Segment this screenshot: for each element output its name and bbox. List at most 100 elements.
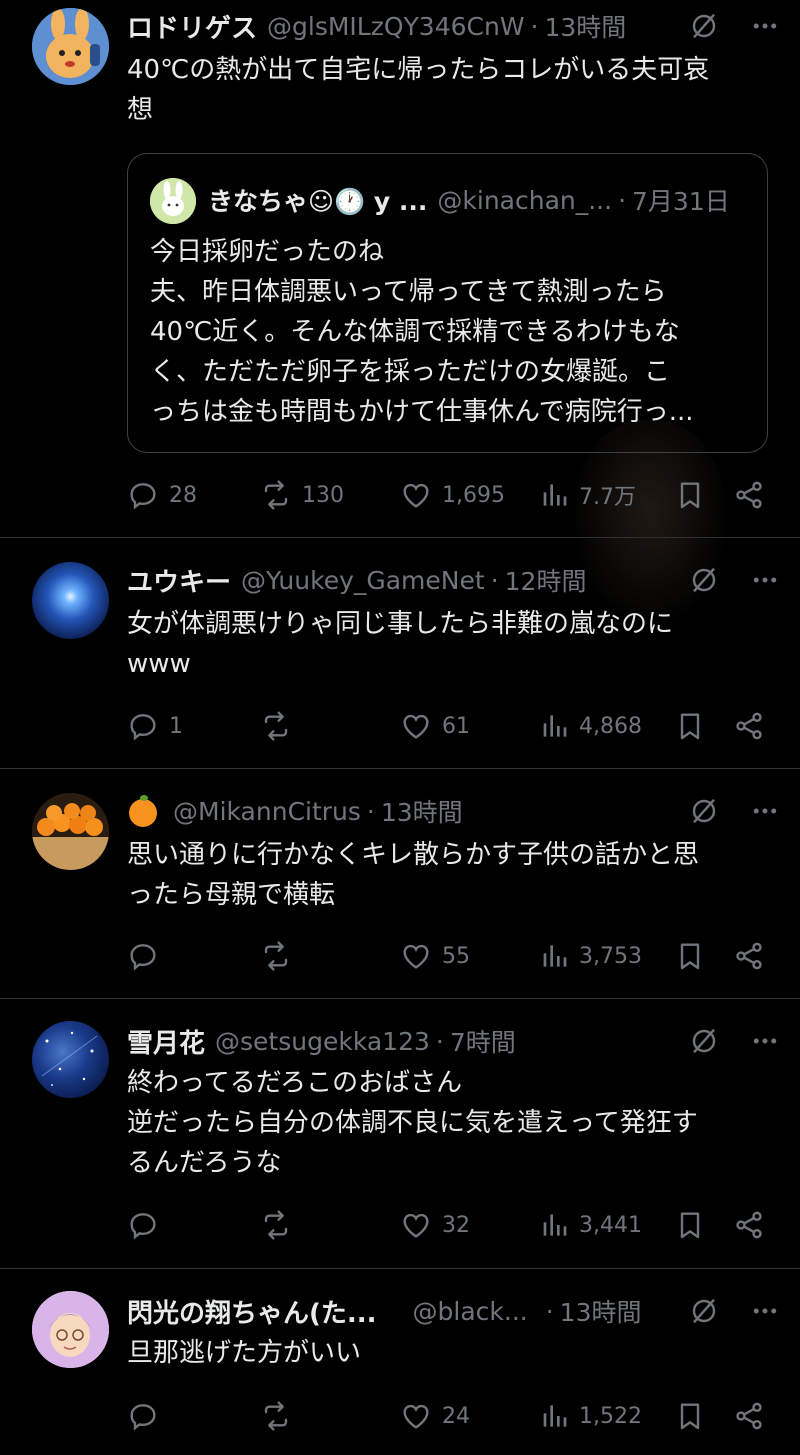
views-bars-icon: [537, 1209, 569, 1241]
bookmark-button[interactable]: [674, 706, 716, 746]
retweet-button[interactable]: 130: [260, 475, 344, 515]
like-button[interactable]: 55: [400, 936, 470, 976]
grok-slash-icon[interactable]: [688, 10, 720, 42]
retweet-button[interactable]: [260, 1205, 302, 1245]
bookmark-button[interactable]: [674, 936, 716, 976]
bookmark-icon: [674, 940, 706, 972]
separator-dot: ·: [530, 11, 539, 41]
bookmark-button[interactable]: [674, 1396, 716, 1436]
avatar[interactable]: [32, 8, 109, 85]
retweet-icon: [260, 1400, 292, 1432]
more-dots-icon[interactable]: [750, 1296, 780, 1326]
tweet[interactable]: 閃光の翔ちゃん(た... @black... · 13時間 旦那逃げた方がいい …: [0, 1269, 800, 1455]
tweet[interactable]: @MikannCitrus · 13時間 思い通りに行かなくキレ散らかす子供の話…: [0, 769, 800, 999]
reply-icon: [127, 1209, 159, 1241]
user-handle[interactable]: @setsugekka123: [215, 1027, 430, 1056]
bunny-avatar-icon: [150, 178, 196, 224]
share-button[interactable]: [733, 936, 775, 976]
views-button[interactable]: 3,753: [537, 936, 642, 976]
avatar[interactable]: [32, 1291, 109, 1368]
retweet-count: 130: [302, 482, 344, 508]
bookmark-button[interactable]: [674, 1205, 716, 1245]
like-button[interactable]: 1,695: [400, 475, 505, 515]
share-button[interactable]: [733, 475, 775, 515]
tweet[interactable]: ロドリゲス @glsMILzQY346CnW · 13時間 40℃の熱が出て自宅…: [0, 0, 800, 538]
reply-icon: [127, 710, 159, 742]
action-bar: 1 61 4,868: [127, 706, 767, 746]
heart-icon: [400, 940, 432, 972]
grok-slash-icon[interactable]: [688, 564, 720, 596]
views-button[interactable]: 3,441: [537, 1205, 642, 1245]
separator-dot: ·: [545, 1296, 554, 1326]
tweet-text: 思い通りに行かなくキレ散らかす子供の話かと思 ったら母親で横転: [127, 840, 700, 910]
tweet-text: 40℃の熱が出て自宅に帰ったらコレがいる夫可哀 想: [127, 55, 710, 125]
user-handle[interactable]: @glsMILzQY346CnW: [267, 12, 525, 41]
view-count: 3,753: [579, 943, 642, 969]
timestamp[interactable]: 7月31日: [632, 182, 730, 218]
starry-sky-avatar-icon: [41, 1031, 98, 1086]
avatar[interactable]: [32, 793, 109, 870]
bookmark-button[interactable]: [674, 475, 716, 515]
display-name[interactable]: 雪月花: [127, 1023, 205, 1060]
grok-slash-icon[interactable]: [688, 1025, 720, 1057]
more-dots-icon[interactable]: [750, 565, 780, 595]
like-count: 24: [442, 1403, 470, 1429]
reply-button[interactable]: [127, 1396, 169, 1436]
reply-icon: [127, 479, 159, 511]
views-button[interactable]: 1,522: [537, 1396, 642, 1436]
display-name[interactable]: 閃光の翔ちゃん(た...: [127, 1293, 377, 1330]
share-button[interactable]: [733, 1205, 775, 1245]
timestamp[interactable]: 13時間: [560, 1293, 642, 1329]
more-dots-icon[interactable]: [750, 1026, 780, 1056]
timestamp[interactable]: 13時間: [381, 793, 463, 829]
reply-button[interactable]: 28: [127, 475, 197, 515]
reply-count: 1: [169, 713, 183, 739]
retweet-button[interactable]: [260, 1396, 302, 1436]
user-handle[interactable]: @kinachan_...: [437, 186, 612, 215]
heart-icon: [400, 479, 432, 511]
reply-icon: [127, 1400, 159, 1432]
retweet-button[interactable]: [260, 936, 302, 976]
tweet[interactable]: ユウキー @Yuukey_GameNet · 12時間 女が体調悪けりゃ同じ事し…: [0, 538, 800, 769]
retweet-icon: [260, 710, 292, 742]
views-button[interactable]: 4,868: [537, 706, 642, 746]
like-button[interactable]: 24: [400, 1396, 470, 1436]
share-icon: [733, 940, 765, 972]
share-icon: [733, 1209, 765, 1241]
reply-button[interactable]: 1: [127, 706, 183, 746]
timestamp[interactable]: 7時間: [450, 1023, 516, 1059]
timestamp[interactable]: 12時間: [505, 562, 587, 598]
avatar[interactable]: [32, 562, 109, 639]
more-dots-icon[interactable]: [750, 796, 780, 826]
timestamp[interactable]: 13時間: [545, 8, 627, 44]
user-handle[interactable]: @MikannCitrus: [173, 797, 361, 826]
user-handle[interactable]: @Yuukey_GameNet: [241, 566, 485, 595]
display-name[interactable]: ユウキー: [127, 562, 231, 599]
like-count: 55: [442, 943, 470, 969]
like-button[interactable]: 61: [400, 706, 470, 746]
tweet-text: 旦那逃げた方がいい: [127, 1338, 362, 1368]
views-button[interactable]: 7.7万: [537, 475, 636, 515]
like-button[interactable]: 32: [400, 1205, 470, 1245]
display-name[interactable]: ロドリゲス: [127, 8, 257, 45]
quoted-tweet[interactable]: きなちゃ☺🕐 y ... @kinachan_... · 7月31日 今日採卵だ…: [127, 153, 768, 453]
action-bar: 24 1,522: [127, 1396, 767, 1436]
avatar[interactable]: [150, 178, 196, 224]
grok-slash-icon[interactable]: [688, 1295, 720, 1327]
share-button[interactable]: [733, 706, 775, 746]
views-bars-icon: [537, 1400, 569, 1432]
avatar[interactable]: [32, 1021, 109, 1098]
views-bars-icon: [537, 479, 569, 511]
reply-button[interactable]: [127, 1205, 169, 1245]
grok-slash-icon[interactable]: [688, 795, 720, 827]
share-button[interactable]: [733, 1396, 775, 1436]
reply-button[interactable]: [127, 936, 169, 976]
more-dots-icon[interactable]: [750, 11, 780, 41]
user-handle[interactable]: @black...: [413, 1297, 528, 1326]
display-name[interactable]: きなちゃ☺🕐 y ...: [208, 182, 427, 218]
tweet[interactable]: 雪月花 @setsugekka123 · 7時間 終わってるだろこのおばさん 逆…: [0, 999, 800, 1269]
retweet-button[interactable]: [260, 706, 302, 746]
retweet-icon: [260, 940, 292, 972]
reply-count: 28: [169, 482, 197, 508]
quoted-tweet-header: きなちゃ☺🕐 y ... @kinachan_... · 7月31日: [208, 180, 747, 220]
